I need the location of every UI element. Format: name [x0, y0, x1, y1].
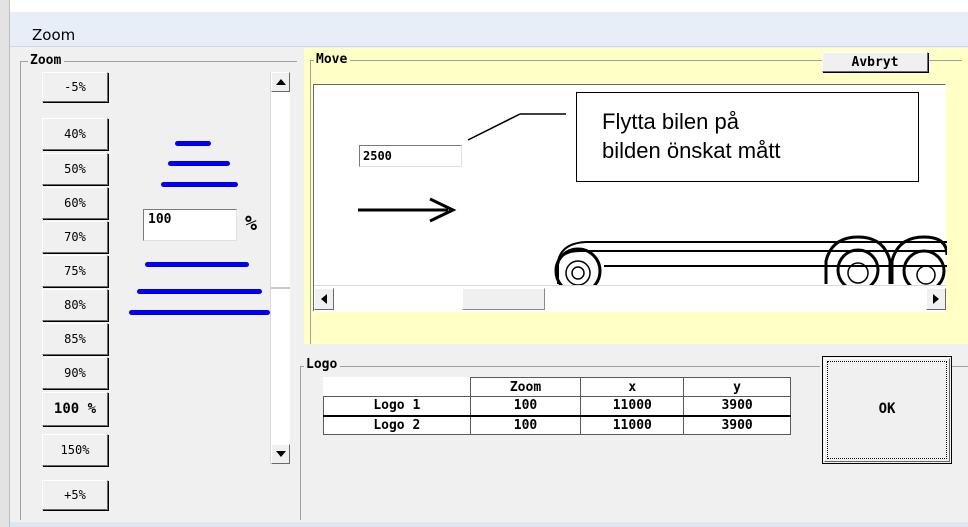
scroll-right-button[interactable] [926, 288, 946, 310]
window-bottom-border [10, 522, 968, 527]
scroll-up-button[interactable] [271, 72, 290, 92]
preset-50-button[interactable]: 50% [42, 153, 108, 185]
move-panel-border-left [310, 60, 311, 344]
zoom-bar [129, 310, 270, 315]
logo-panel-border-left [300, 366, 301, 520]
row-x[interactable]: 11000 [580, 415, 685, 435]
preset-75-button[interactable]: 75% [42, 255, 108, 287]
callout-line-1: Flytta bilen på [602, 109, 739, 134]
row-zoom[interactable]: 100 [469, 396, 582, 416]
row-zoom[interactable]: 100 [469, 415, 582, 435]
row-name: Logo 2 [323, 415, 471, 435]
zoom-unit-label: % [245, 211, 258, 235]
triangle-left-icon [321, 294, 327, 304]
logo-panel-border-right [950, 366, 968, 367]
preset-85-button[interactable]: 85% [42, 323, 108, 355]
logo-table: Zoom x y Logo 1 100 11000 3900 Logo 2 10… [323, 377, 791, 435]
logo-panel-border [300, 366, 820, 367]
zoom-scrollbar[interactable] [270, 72, 290, 464]
row-y[interactable]: 3900 [683, 396, 791, 416]
zoom-window: Zoom Zoom -5% 40% 50% 60% 70% 75% 80% 85… [0, 0, 968, 527]
callout-line-2: bilden önskat mått [602, 138, 781, 163]
triangle-down-icon [275, 451, 286, 457]
logo-legend: Logo [304, 358, 341, 372]
zoom-panel-border-left [20, 61, 21, 520]
zoom-bar [145, 262, 249, 267]
move-legend: Move [314, 53, 351, 67]
scroll-down-button[interactable] [271, 444, 290, 464]
preset-80-button[interactable]: 80% [42, 289, 108, 321]
scroll-left-button[interactable] [314, 288, 334, 310]
column-header-zoom: Zoom [469, 377, 582, 397]
ok-button-label: OK [878, 401, 896, 417]
move-hscrollbar[interactable] [314, 285, 946, 312]
table-row[interactable]: Logo 2 100 11000 3900 [323, 415, 791, 435]
column-header-x: x [580, 377, 685, 397]
zoom-legend: Zoom [28, 54, 65, 68]
table-row[interactable]: Logo 1 100 11000 3900 [323, 396, 791, 416]
scroll-thumb[interactable] [271, 287, 290, 289]
preset-90-button[interactable]: 90% [42, 357, 108, 389]
row-name: Logo 1 [323, 396, 471, 416]
triangle-right-icon [933, 294, 939, 304]
preset-40-button[interactable]: 40% [42, 118, 108, 150]
move-canvas[interactable]: 2500 Flytta bilen på bilden önskat mått [313, 84, 947, 312]
window-left-border [0, 0, 10, 527]
column-header-y: y [683, 377, 791, 397]
ok-button[interactable]: OK [822, 356, 952, 464]
triangle-up-icon [275, 79, 286, 85]
zoom-bar [161, 182, 238, 187]
zoom-bar [175, 141, 211, 146]
row-x[interactable]: 11000 [580, 396, 685, 416]
zoom-plus-button[interactable]: +5% [42, 480, 108, 510]
zoom-value-input[interactable]: 100 [143, 209, 237, 241]
zoom-bar [137, 289, 262, 294]
header-empty-cell [323, 377, 471, 397]
row-y[interactable]: 3900 [683, 415, 791, 435]
title-strip [10, 0, 968, 12]
callout-box: Flytta bilen på bilden önskat mått [576, 92, 919, 182]
preset-70-button[interactable]: 70% [42, 221, 108, 253]
preset-100-button[interactable]: 100 % [42, 392, 108, 426]
preset-150-button[interactable]: 150% [42, 434, 108, 466]
title-bar: Zoom [10, 12, 968, 47]
logo-table-header: Zoom x y [323, 377, 791, 397]
zoom-bar [168, 161, 230, 166]
window-title: Zoom [32, 26, 76, 44]
scroll-track-upper[interactable] [271, 92, 290, 288]
cancel-button[interactable]: Avbryt [822, 52, 928, 72]
zoom-minus-button[interactable]: -5% [42, 72, 108, 102]
hscroll-thumb[interactable] [462, 288, 545, 310]
preset-60-button[interactable]: 60% [42, 187, 108, 219]
